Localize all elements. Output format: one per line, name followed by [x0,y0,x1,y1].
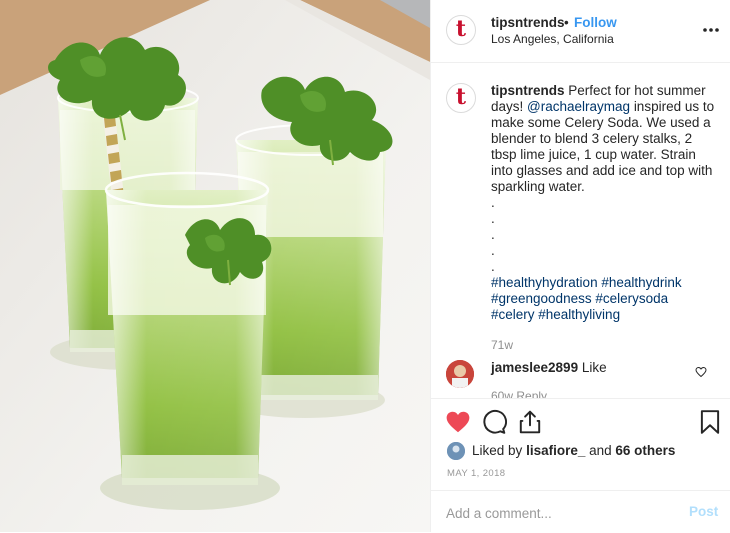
comment-meta-cutoff: 60w Reply [491,389,548,398]
liker-avatar[interactable] [447,442,465,460]
caption-dot: . [491,243,495,258]
likes-user[interactable]: lisafiore_ [526,443,585,458]
post-side-panel: t tipsntrends • Follow Los Angeles, Cali… [430,0,730,532]
caption-author-logo: t [455,84,467,110]
likes-summary: Liked by lisafiore_ and 66 others [472,443,675,458]
caption-dot: . [491,227,495,242]
hashtags-line-3[interactable]: #celery #healthyliving [491,307,716,323]
comment-icon[interactable] [481,409,507,435]
author-username[interactable]: tipsntrends [491,15,565,30]
caption-time[interactable]: 71w [491,338,513,352]
comment-item: jameslee2899 Like [491,360,607,375]
caption: tipsntrends Perfect for hot summer days!… [491,83,716,323]
author-avatar[interactable]: t [446,15,476,45]
liker-avatar-image [447,442,465,460]
header-separator: • [564,15,569,30]
caption-mention[interactable]: @rachaelraymag [527,99,630,114]
action-bar: Liked by lisafiore_ and 66 others MAY 1,… [431,398,730,491]
follow-button[interactable]: Follow [574,15,617,30]
hashtags-line-2[interactable]: #greengoodness #celerysoda [491,291,716,307]
heart-filled-icon[interactable] [445,409,471,435]
caption-author-avatar[interactable]: t [446,83,476,113]
celery-soda-photo [0,0,430,532]
comment-username[interactable]: jameslee2899 [491,360,578,375]
comment-input[interactable] [446,503,676,523]
post-photo[interactable] [0,0,430,532]
likes-middle: and [589,443,612,458]
post-location[interactable]: Los Angeles, California [491,32,614,46]
hashtags-line-1[interactable]: #healthyhydration #healthydrink [491,275,716,291]
add-comment-bar: Post [431,490,730,533]
post-header: t tipsntrends • Follow Los Angeles, Cali… [431,0,730,63]
likes-prefix: Liked by [472,443,523,458]
commenter-avatar-image [446,360,474,388]
author-logo: t [455,16,467,42]
caption-dots: . . . . . [491,195,716,275]
commenter-avatar[interactable] [446,360,474,388]
likes-others[interactable]: 66 others [615,443,675,458]
caption-username[interactable]: tipsntrends [491,83,565,98]
post-comment-button[interactable]: Post [689,504,718,519]
caption-dot: . [491,211,495,226]
post-date[interactable]: MAY 1, 2018 [447,468,505,479]
share-icon[interactable] [517,409,543,435]
more-horizontal-icon[interactable] [701,22,721,38]
comment-like-heart-icon[interactable] [695,366,707,378]
bookmark-icon[interactable] [697,409,723,435]
comments-list[interactable]: t tipsntrends Perfect for hot summer day… [431,63,730,398]
comment-text: Like [581,360,607,375]
caption-dot: . [491,259,495,274]
caption-dot: . [491,195,495,210]
